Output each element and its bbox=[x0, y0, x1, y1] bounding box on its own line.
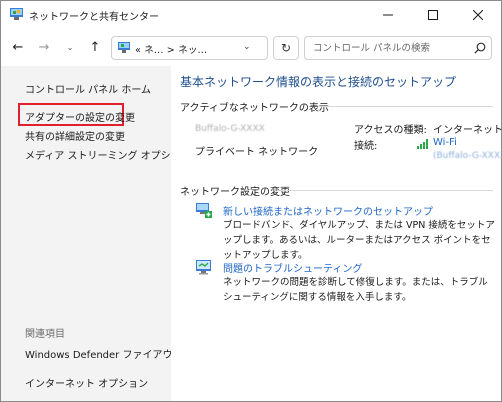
sidebar-item-internet-options[interactable]: インターネット オプション bbox=[25, 375, 148, 390]
up-arrow-icon[interactable]: ↑ bbox=[87, 39, 103, 55]
new-connection-link[interactable]: 新しい接続またはネットワークのセットアップ bbox=[223, 203, 433, 218]
close-button[interactable] bbox=[455, 1, 500, 28]
main-content: 基本ネットワーク情報の表示と接続のセットアップ アクティブなネットワークの表示 … bbox=[171, 66, 502, 401]
connection-label: 接続: bbox=[354, 141, 378, 152]
sidebar-item-change-adapter-settings[interactable]: アダプターの設定の変更 bbox=[25, 109, 135, 124]
window-title: ネットワークと共有センター bbox=[29, 12, 159, 23]
address-bar[interactable]: « ネ... > ネッ... ⌄ bbox=[111, 36, 268, 60]
wifi-connection-link[interactable]: Wi-Fi bbox=[433, 137, 457, 148]
sidebar-item-control-panel-home[interactable]: コントロール パネル ホーム bbox=[25, 81, 151, 96]
troubleshoot-icon bbox=[196, 260, 211, 275]
forward-arrow-icon[interactable]: → bbox=[36, 39, 52, 55]
access-type-value: インターネット bbox=[433, 125, 502, 136]
active-networks-heading: アクティブなネットワークの表示 bbox=[180, 103, 329, 114]
close-icon bbox=[472, 9, 483, 20]
new-connection-description: ブロードバンド、ダイヤルアップ、または VPN 接続をセットアップします。あるい… bbox=[223, 220, 495, 261]
sidebar-item-advanced-sharing[interactable]: 共有の詳細設定の変更 bbox=[25, 128, 125, 143]
section-divider bbox=[277, 190, 493, 191]
maximize-button[interactable] bbox=[410, 1, 455, 28]
address-breadcrumb[interactable]: « ネ... > ネッ... bbox=[135, 42, 207, 56]
navigation-bar: ← → ⌄ ↑ « ネ... > ネッ... ⌄ ↻ bbox=[1, 28, 501, 66]
page-title: 基本ネットワーク情報の表示と接続のセットアップ bbox=[180, 75, 457, 89]
network-type: プライベート ネットワーク bbox=[195, 147, 319, 158]
address-chevron-down-icon[interactable]: ⌄ bbox=[243, 42, 251, 52]
access-type-label: アクセスの種類: bbox=[354, 125, 427, 136]
troubleshoot-description: ネットワークの問題を診断して修復します。または、トラブルシューティングに関する情… bbox=[223, 277, 488, 303]
change-settings-heading: ネットワーク設定の変更 bbox=[180, 187, 290, 198]
minimize-button[interactable] bbox=[365, 1, 410, 28]
refresh-button[interactable]: ↻ bbox=[273, 36, 299, 60]
section-divider bbox=[318, 106, 493, 107]
network-sharing-center-window: ネットワークと共有センター ← → ⌄ ↑ « ネ... > ネッ... ⌄ ↻ bbox=[0, 0, 502, 402]
troubleshoot-link[interactable]: 問題のトラブルシューティング bbox=[223, 260, 362, 275]
search-input[interactable] bbox=[313, 41, 463, 55]
network-location-icon bbox=[118, 42, 130, 53]
wifi-ssid-blurred[interactable]: (Buffalo-G-XXXX) bbox=[433, 151, 502, 161]
network-name-blurred: Buffalo-G-XXXX bbox=[195, 124, 265, 134]
maximize-icon bbox=[427, 9, 438, 20]
search-icon[interactable] bbox=[474, 42, 486, 54]
search-box[interactable] bbox=[304, 36, 492, 60]
title-bar: ネットワークと共有センター bbox=[1, 1, 501, 28]
sidebar-item-media-streaming[interactable]: メディア ストリーミング オプション bbox=[25, 147, 191, 162]
left-task-pane: コントロール パネル ホーム アダプターの設定の変更 共有の詳細設定の変更 メデ… bbox=[1, 66, 202, 401]
minimize-icon bbox=[382, 14, 393, 15]
recent-locations-chevron-icon[interactable]: ⌄ bbox=[62, 39, 78, 55]
new-connection-icon bbox=[196, 203, 212, 218]
back-arrow-icon[interactable]: ← bbox=[10, 39, 26, 55]
wifi-signal-icon bbox=[417, 139, 428, 149]
network-center-app-icon bbox=[10, 8, 23, 20]
related-heading: 関連項目 bbox=[25, 329, 65, 340]
